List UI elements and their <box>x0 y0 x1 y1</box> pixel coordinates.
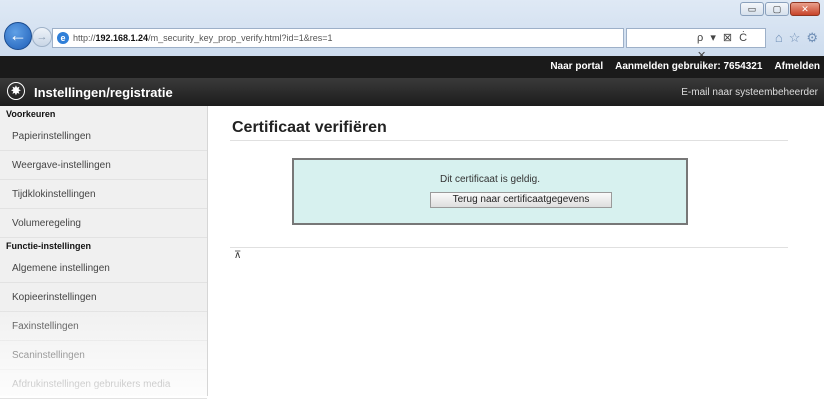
settings-gear-icon: ✸ <box>7 82 25 100</box>
minimize-button[interactable]: ▭ <box>740 2 764 16</box>
back-to-certificate-button[interactable]: Terug naar certificaatgegevens <box>430 192 612 208</box>
browser-toolbar-icons: ⌂ ☆ ⚙ <box>775 30 818 46</box>
forward-arrow-icon[interactable]: → <box>32 27 52 47</box>
logout-link[interactable]: Afmelden <box>774 61 820 72</box>
sidebar-item-display-settings[interactable]: Weergave-instellingen <box>0 151 207 180</box>
status-message-box: Dit certificaat is geldig. Terug naar ce… <box>292 158 688 225</box>
page-title: Certificaat verifiëren <box>232 119 387 136</box>
sidebar-heading-preferences: Voorkeuren <box>6 109 56 119</box>
portal-link[interactable]: Naar portal <box>550 61 603 72</box>
maximize-button[interactable]: ▢ <box>765 2 789 16</box>
back-arrow-icon[interactable]: ← <box>4 22 32 50</box>
sidebar: Voorkeuren Papierinstellingen Weergave-i… <box>0 106 208 399</box>
back-to-top-icon[interactable]: ⊼ <box>234 250 241 261</box>
content-divider <box>230 247 788 248</box>
email-admin-link[interactable]: E-mail naar systeembeheerder <box>681 87 818 98</box>
home-icon[interactable]: ⌂ <box>775 30 783 46</box>
url-prefix: http:// <box>73 33 96 43</box>
window-controls: ▭ ▢ ✕ <box>740 2 820 16</box>
sidebar-item-fax-settings[interactable]: Faxinstellingen <box>0 312 207 341</box>
sidebar-item-paper-settings[interactable]: Papierinstellingen <box>0 122 207 151</box>
settings-gear-icon[interactable]: ⚙ <box>806 30 818 46</box>
certificate-valid-message: Dit certificaat is geldig. <box>439 174 541 185</box>
settings-title: Instellingen/registratie <box>34 85 173 100</box>
top-links: Naar portal Aanmelden gebruiker: 7654321… <box>550 61 820 72</box>
favorites-star-icon[interactable]: ☆ <box>789 30 801 46</box>
url-path: /m_security_key_prop_verify.html?id=1&re… <box>148 33 333 43</box>
sidebar-heading-function-settings: Functie-instellingen <box>6 241 92 251</box>
sidebar-item-scan-settings[interactable]: Scaninstellingen <box>0 341 207 370</box>
login-user-id: 7654321 <box>723 61 763 72</box>
ie-page-icon: e <box>57 32 69 44</box>
sidebar-item-timer-settings[interactable]: Tijdklokinstellingen <box>0 180 207 209</box>
top-bar: Naar portal Aanmelden gebruiker: 7654321… <box>0 56 824 78</box>
title-divider <box>230 140 788 141</box>
address-tools[interactable]: ρ ▾ ⊠ Ċ ✕ <box>626 28 766 62</box>
browser-nav-row: ← → e http://192.168.1.24/m_security_key… <box>0 20 824 62</box>
close-window-button[interactable]: ✕ <box>790 2 820 16</box>
login-label-text: Aanmelden gebruiker: <box>615 61 721 72</box>
sidebar-item-copy-settings[interactable]: Kopieerinstellingen <box>0 283 207 312</box>
address-bar[interactable]: e http://192.168.1.24/m_security_key_pro… <box>52 28 624 48</box>
title-bar: ✸ Instellingen/registratie E-mail naar s… <box>0 78 824 106</box>
sidebar-item-volume-control[interactable]: Volumeregeling <box>0 209 207 238</box>
sidebar-item-print-media-settings[interactable]: Afdrukinstellingen gebruikers media <box>0 370 207 399</box>
browser-chrome: ▭ ▢ ✕ ← → e http://192.168.1.24/m_securi… <box>0 0 824 62</box>
sidebar-item-general-settings[interactable]: Algemene instellingen <box>0 254 207 283</box>
login-user-label: Aanmelden gebruiker: 7654321 <box>615 61 762 72</box>
url-host: 192.168.1.24 <box>95 33 149 43</box>
main-content: Certificaat verifiëren Dit certificaat i… <box>208 106 824 396</box>
